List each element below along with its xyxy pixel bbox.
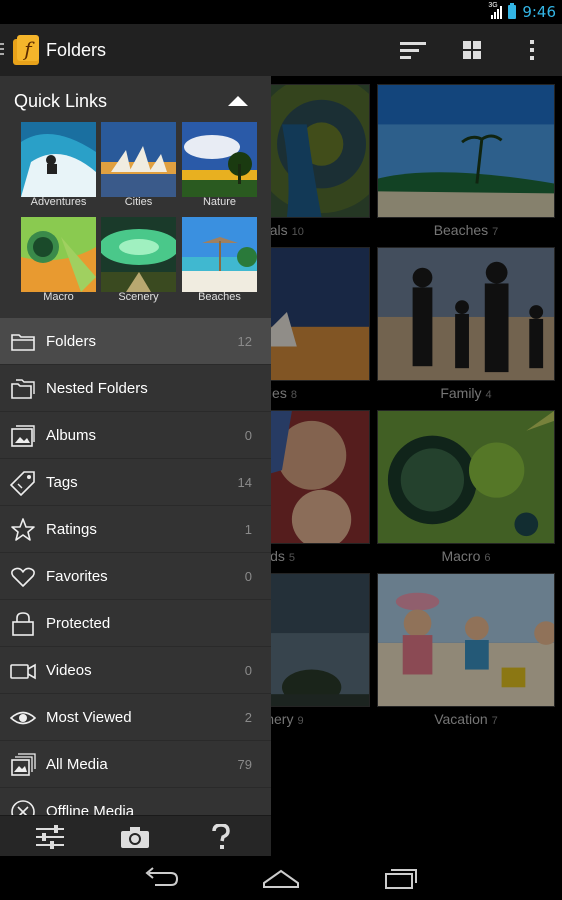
lock-icon — [10, 611, 36, 637]
folder-caption: Family 4 — [440, 385, 492, 401]
menu-item-protected[interactable]: Protected — [0, 600, 271, 647]
quick-links-header[interactable]: Quick Links — [0, 76, 271, 124]
folder-tile-macro[interactable] — [377, 410, 555, 544]
eye-icon — [10, 705, 36, 731]
folder-icon — [10, 329, 36, 355]
clock: 9:46 — [522, 3, 556, 21]
page-title: Folders — [46, 40, 107, 60]
star-icon — [10, 517, 36, 543]
menu-item-folders[interactable]: Folders 12 — [0, 318, 271, 365]
battery-icon — [508, 3, 517, 19]
folder-tile-family[interactable] — [377, 247, 555, 381]
camera-icon[interactable] — [120, 822, 150, 852]
status-bar: 3G 9:46 — [0, 0, 562, 24]
signal-icon: 3G — [488, 2, 503, 19]
quick-link-macro[interactable] — [21, 217, 96, 292]
network-type: 3G — [488, 2, 498, 9]
quick-link-cities[interactable] — [101, 122, 176, 197]
folder-tile-beaches[interactable] — [377, 84, 555, 218]
quick-link-label: Nature — [202, 196, 237, 208]
quick-link-label: Scenery — [118, 291, 159, 303]
menu-item-tags[interactable]: Tags 14 — [0, 459, 271, 506]
folder-caption: Macro 6 — [441, 548, 491, 564]
drawer-bottom-bar — [0, 815, 271, 856]
help-icon[interactable] — [206, 822, 236, 852]
quick-link-scenery[interactable] — [101, 217, 176, 292]
quick-link-beaches[interactable] — [182, 217, 257, 292]
settings-sliders-icon[interactable] — [35, 822, 65, 852]
quick-link-label: Macro — [43, 291, 74, 303]
folder-caption: Vacation 7 — [434, 711, 498, 727]
collapse-triangle-icon[interactable] — [228, 96, 248, 106]
quick-link-label: Cities — [124, 196, 153, 208]
quick-links-title: Quick Links — [14, 91, 108, 111]
menu-item-nested-folders[interactable]: Nested Folders — [0, 365, 271, 412]
menu-item-albums[interactable]: Albums 0 — [0, 412, 271, 459]
system-navigation-bar — [0, 856, 562, 900]
quick-link-adventures[interactable] — [21, 122, 96, 197]
recents-icon[interactable] — [381, 865, 421, 891]
quick-link-nature[interactable] — [182, 122, 257, 197]
drawer-menu: Folders 12 Nested Folders Albums 0 Tags … — [0, 318, 271, 835]
heart-icon — [10, 564, 36, 590]
all-media-icon — [10, 752, 36, 778]
overflow-menu-icon[interactable] — [516, 34, 548, 66]
action-bar: f Folders — [0, 24, 562, 76]
sort-icon[interactable] — [397, 34, 429, 66]
menu-item-most-viewed[interactable]: Most Viewed 2 — [0, 694, 271, 741]
menu-item-all-media[interactable]: All Media 79 — [0, 741, 271, 788]
quick-link-label: Beaches — [198, 291, 241, 303]
back-icon[interactable] — [141, 865, 181, 891]
folder-caption: Beaches 7 — [433, 222, 499, 238]
menu-item-favorites[interactable]: Favorites 0 — [0, 553, 271, 600]
nested-folders-icon — [10, 376, 36, 402]
navigation-drawer: Quick Links Adventures Cities Nature Mac… — [0, 76, 271, 856]
tag-icon — [10, 470, 36, 496]
home-icon[interactable] — [261, 865, 301, 891]
quick-link-label: Adventures — [30, 196, 87, 208]
album-icon — [10, 423, 36, 449]
app-logo-icon[interactable]: f — [13, 35, 41, 65]
folder-tile-vacation[interactable] — [377, 573, 555, 707]
drawer-indicator-icon[interactable] — [0, 43, 5, 57]
grid-view-icon[interactable] — [456, 34, 488, 66]
menu-item-videos[interactable]: Videos 0 — [0, 647, 271, 694]
video-icon — [10, 658, 36, 684]
menu-item-ratings[interactable]: Ratings 1 — [0, 506, 271, 553]
